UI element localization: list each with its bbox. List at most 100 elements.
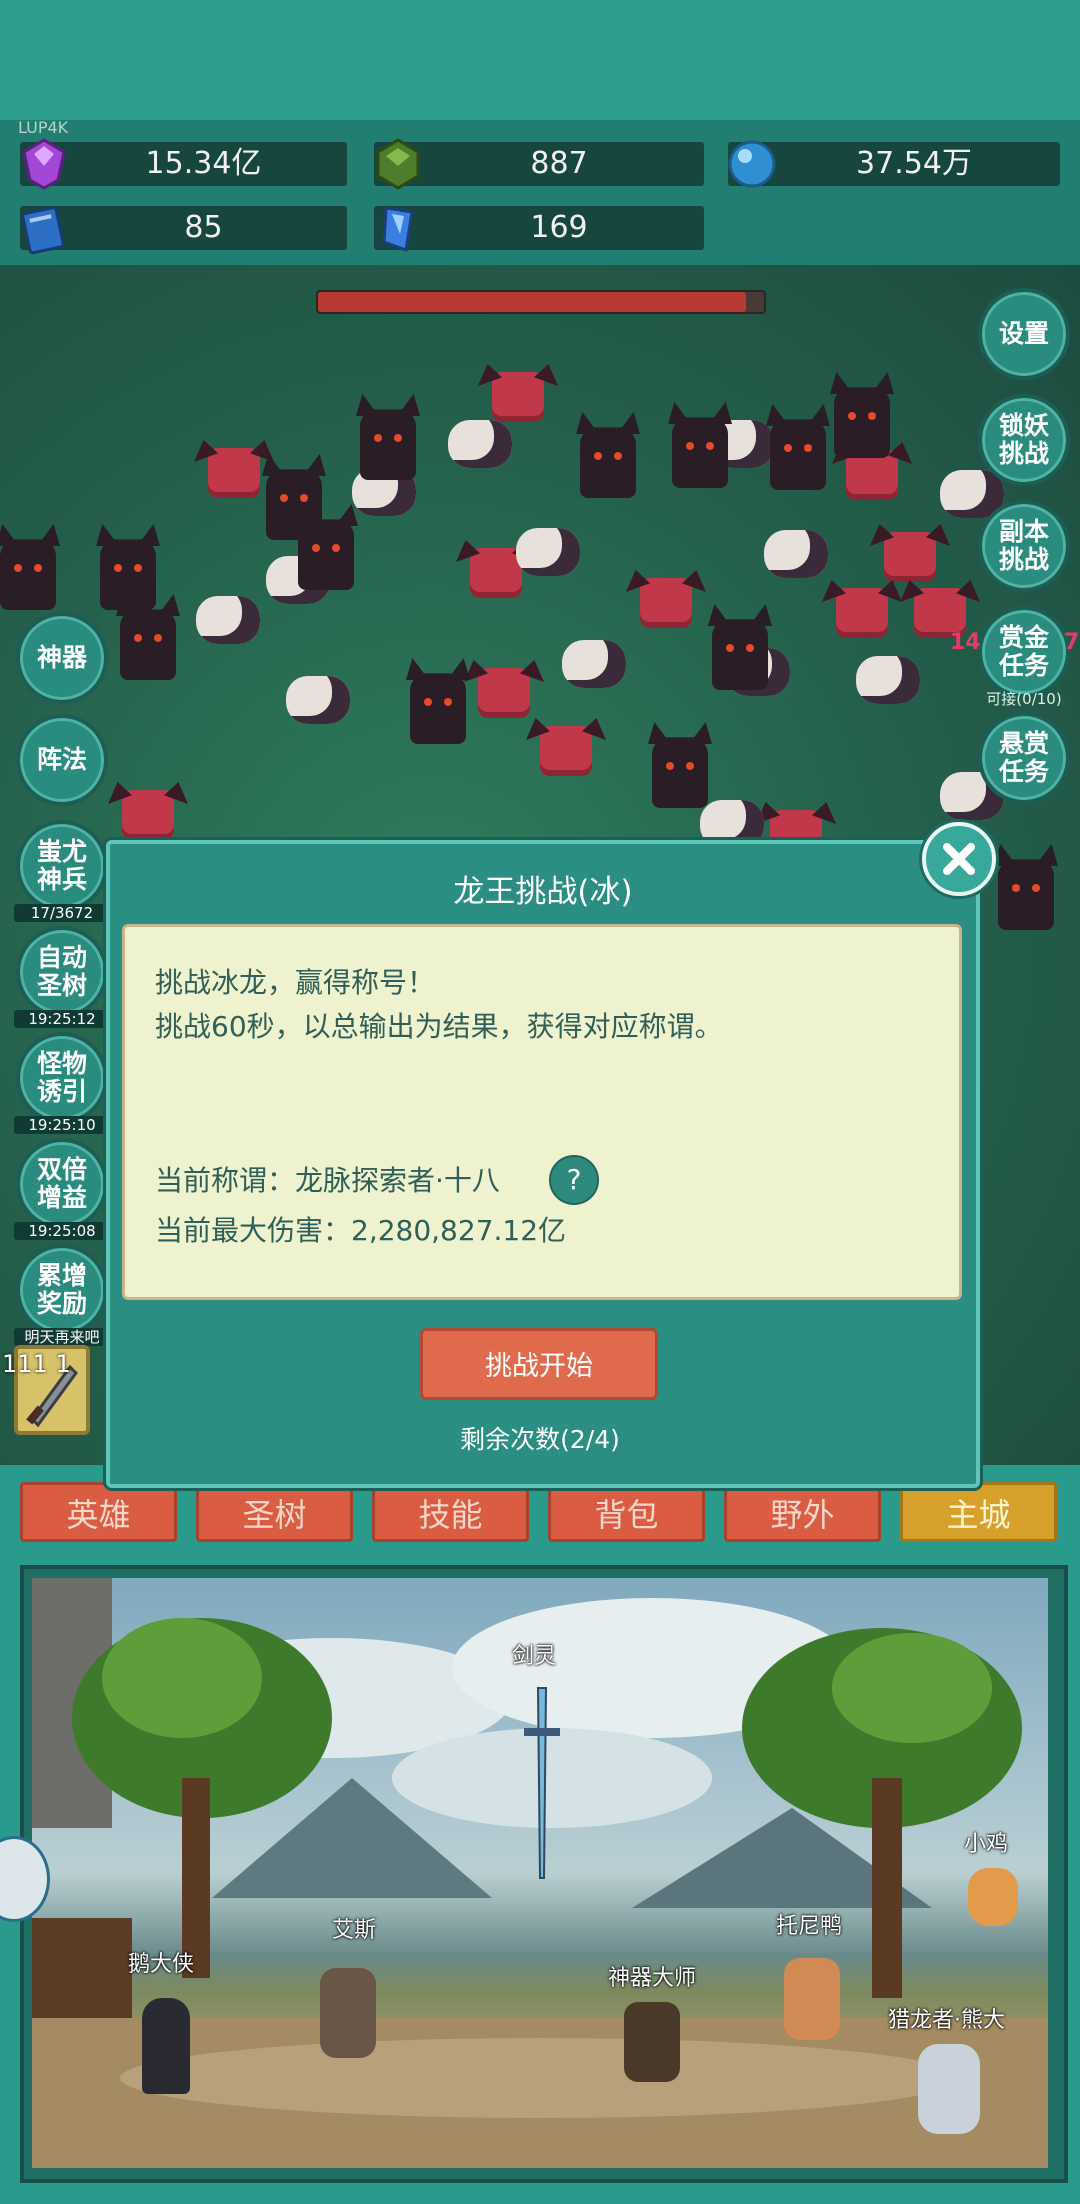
dialog-close-button[interactable]	[922, 822, 996, 896]
red-demon	[122, 790, 174, 840]
monster-lure-sub: 19:25:10	[14, 1116, 110, 1134]
reward-task-button[interactable]: 悬赏 任务	[978, 712, 1070, 804]
tab-wild-label: 野外	[770, 1496, 835, 1534]
horned-demon	[834, 388, 890, 458]
dungeon-challenge-button[interactable]: 副本 挑战	[978, 500, 1070, 592]
tab-skills[interactable]: 技能	[372, 1482, 529, 1542]
npc-dragon-hunter-sprite	[918, 2044, 980, 2134]
remaining-attempts: 剩余次数(2/4)	[460, 1425, 620, 1454]
npc-chick[interactable]: 小鸡	[964, 1826, 1008, 1858]
npc-goose-hero-sprite	[142, 1998, 190, 2094]
cow-monster	[286, 676, 350, 724]
boss-hp-fill	[318, 292, 747, 312]
tab-skills-label: 技能	[418, 1496, 483, 1534]
monster-lure-button[interactable]: 怪物 诱引 19:25:10	[14, 1032, 110, 1134]
bounty-label: 赏金 任务	[998, 623, 1049, 680]
horned-demon	[998, 860, 1054, 930]
dialog-line-1: 挑战冰龙，赢得称号！	[155, 966, 436, 999]
npc-artifact-master[interactable]: 神器大师	[608, 1960, 696, 1992]
horned-demon	[770, 420, 826, 490]
npc-goose-hero[interactable]: 鹅大侠	[128, 1946, 194, 1978]
horned-demon	[0, 540, 56, 610]
chiyou-weapon-button[interactable]: 蚩尤 神兵 17/3672	[14, 820, 110, 922]
resource-gems[interactable]: 15.34亿	[20, 138, 347, 190]
tab-wild[interactable]: 野外	[724, 1482, 881, 1542]
resource-crystal-value: 887	[530, 146, 588, 181]
red-demon	[478, 668, 530, 718]
left-counter: 14	[950, 630, 981, 655]
tab-backpack[interactable]: 背包	[548, 1482, 705, 1542]
reward-label: 悬赏 任务	[998, 729, 1049, 786]
red-demon	[836, 588, 888, 638]
npc-dragon-hunter[interactable]: 猎龙者·熊大	[888, 2002, 1005, 2034]
red-demon	[208, 448, 260, 498]
npc-ace[interactable]: 艾斯	[332, 1912, 376, 1944]
horned-demon	[672, 418, 728, 488]
right-counter: 7	[1064, 630, 1080, 655]
horned-demon	[712, 620, 768, 690]
red-demon	[540, 726, 592, 776]
current-title: 当前称谓：龙脉探索者·十八	[155, 1164, 500, 1197]
formation-button[interactable]: 阵法	[16, 714, 108, 806]
artifact-label: 神器	[36, 643, 87, 672]
tab-hero-label: 英雄	[66, 1496, 131, 1534]
tab-main-city-label: 主城	[946, 1496, 1011, 1534]
monster-lure-label: 怪物 诱引	[36, 1049, 87, 1106]
red-demon	[884, 532, 936, 582]
red-demon	[492, 372, 544, 422]
cow-monster	[856, 656, 920, 704]
double-gain-sub: 19:25:08	[14, 1222, 110, 1240]
resource-crystal[interactable]: 887	[374, 138, 704, 190]
auto-tree-button[interactable]: 自动 圣树 19:25:12	[14, 926, 110, 1028]
chiyou-sub: 17/3672	[14, 904, 110, 922]
close-icon	[943, 843, 975, 875]
dungeon-label: 副本 挑战	[998, 517, 1049, 574]
cow-monster	[196, 596, 260, 644]
dialog-info-panel: 挑战冰龙，赢得称号！ 挑战60秒，以总输出为结果，获得对应称谓。 当前称谓：龙脉…	[122, 924, 962, 1300]
weapon-slot-level: 111 1	[2, 1350, 71, 1378]
horned-demon	[652, 738, 708, 808]
artifact-button[interactable]: 神器	[16, 612, 108, 704]
auto-tree-label: 自动 圣树	[36, 943, 87, 1000]
tab-holy-tree-label: 圣树	[242, 1496, 307, 1534]
boss-hp-bar	[316, 290, 766, 314]
resource-book-value: 85	[184, 210, 223, 245]
cumulative-label: 累增 奖励	[36, 1261, 87, 1318]
tab-hero[interactable]: 英雄	[20, 1482, 177, 1542]
resource-orb[interactable]: 37.54万	[728, 140, 1060, 188]
red-demon	[470, 548, 522, 598]
cumulative-reward-button[interactable]: 累增 奖励 明天再来吧	[14, 1244, 110, 1346]
dialog-line-2: 挑战60秒，以总输出为结果，获得对应称谓。	[155, 1010, 723, 1043]
double-gain-button[interactable]: 双倍 增益 19:25:08	[14, 1138, 110, 1240]
cow-monster	[448, 420, 512, 468]
npc-artifact-master-sprite	[624, 2002, 680, 2082]
resource-shard-value: 169	[530, 210, 588, 245]
cow-monster	[516, 528, 580, 576]
npc-tony-duck[interactable]: 托尼鸭	[776, 1908, 842, 1940]
demon-lock-challenge-button[interactable]: 锁妖 挑战	[978, 394, 1070, 486]
top-bar	[0, 0, 1080, 120]
help-button[interactable]: ?	[549, 1155, 599, 1205]
start-challenge-button[interactable]: 挑战开始	[420, 1328, 658, 1400]
horned-demon	[410, 674, 466, 744]
resource-gems-value: 15.34亿	[145, 146, 262, 181]
cow-monster	[562, 640, 626, 688]
horned-demon	[120, 610, 176, 680]
horned-demon	[100, 540, 156, 610]
tab-main-city[interactable]: 主城	[900, 1482, 1057, 1542]
max-damage: 当前最大伤害：2,280,827.12亿	[155, 1214, 567, 1247]
chiyou-label: 蚩尤 神兵	[36, 837, 87, 894]
tab-holy-tree[interactable]: 圣树	[196, 1482, 353, 1542]
player-tag: LUP4K	[18, 118, 69, 137]
red-demon	[640, 578, 692, 628]
formation-label: 阵法	[36, 745, 87, 774]
npc-sword-spirit[interactable]: 剑灵	[512, 1638, 556, 1670]
resource-shard[interactable]: 169	[374, 206, 704, 253]
resource-book[interactable]: 85	[20, 206, 347, 255]
bounty-task-button[interactable]: 赏金 任务 可接(0/10)	[978, 606, 1070, 708]
settings-label: 设置	[998, 319, 1049, 348]
demon-lock-label: 锁妖 挑战	[998, 411, 1049, 468]
tab-backpack-label: 背包	[594, 1496, 659, 1534]
npc-tony-duck-sprite	[784, 1958, 840, 2040]
settings-button[interactable]: 设置	[978, 288, 1070, 380]
